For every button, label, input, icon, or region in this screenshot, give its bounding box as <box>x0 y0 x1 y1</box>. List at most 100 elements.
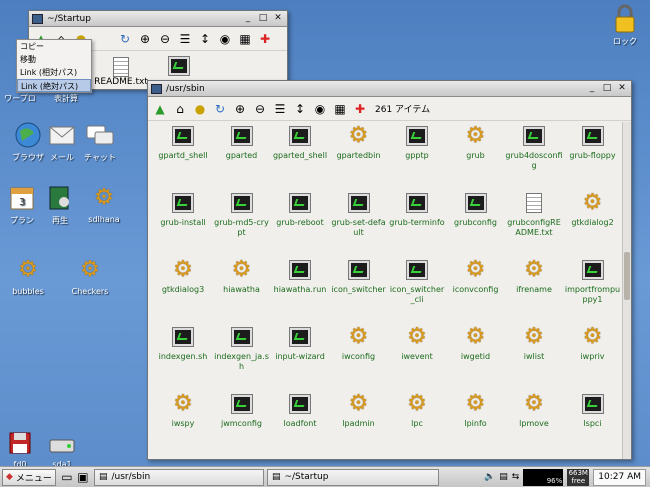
file-item[interactable]: input-wizard <box>271 326 329 362</box>
maximize-button[interactable]: □ <box>601 83 613 94</box>
zoom-in-icon[interactable]: ⊕ <box>137 31 153 47</box>
menu-item-copy[interactable]: コピー <box>17 40 91 53</box>
terminal-icon <box>406 259 428 281</box>
file-item[interactable]: grubconfigREADME.txt <box>505 192 563 238</box>
file-item[interactable]: grub-floppy <box>564 125 622 161</box>
lock-icon <box>609 4 641 34</box>
file-item[interactable]: grub-terminfo <box>388 192 446 228</box>
clock[interactable]: 10:27 AM <box>593 468 646 486</box>
home-icon[interactable]: ⌂ <box>172 101 188 117</box>
file-item[interactable]: importfrompuppy1 <box>564 259 622 305</box>
help-icon[interactable]: ✚ <box>352 101 368 117</box>
desktop-icon-wordpro[interactable]: ワープロ <box>0 93 40 104</box>
minimize-button[interactable]: _ <box>586 83 598 94</box>
file-item[interactable]: ⚙ lpadmin <box>330 393 388 429</box>
network-icon[interactable]: ⇆ <box>512 472 520 482</box>
file-item[interactable]: grub-reboot <box>271 192 329 228</box>
details-icon[interactable]: ▦ <box>332 101 348 117</box>
file-item[interactable]: grubconfig <box>447 192 505 228</box>
file-item[interactable]: icon_switcher_cli <box>388 259 446 305</box>
file-item[interactable]: ⚙ iwlist <box>505 326 563 362</box>
file-item[interactable]: ⚙ ifrename <box>505 259 563 295</box>
file-item[interactable]: grub-install <box>154 192 212 228</box>
screen-icon[interactable]: ▭ <box>59 469 75 485</box>
eye-icon[interactable]: ◉ <box>312 101 328 117</box>
maximize-button[interactable]: □ <box>257 13 269 24</box>
file-item[interactable]: grub-set-default <box>330 192 388 238</box>
sort-icon[interactable]: ↕ <box>292 101 308 117</box>
zoom-out-icon[interactable]: ⊖ <box>157 31 173 47</box>
file-item[interactable]: ⚙ grub <box>447 125 505 161</box>
file-item[interactable]: ⚙ iwpriv <box>564 326 622 362</box>
file-item[interactable]: ⚙ iwgetid <box>447 326 505 362</box>
file-item[interactable]: indexgen_ja.sh <box>213 326 271 372</box>
file-item[interactable]: ⚙ iconvconfig <box>447 259 505 295</box>
list-view-icon[interactable]: ☰ <box>272 101 288 117</box>
task-sbin[interactable]: ▤ /usr/sbin <box>93 468 264 486</box>
file-item[interactable]: README.txt <box>91 57 151 87</box>
file-item[interactable]: ⚙ gtkdialog2 <box>564 192 622 228</box>
menu-item-link-relative[interactable]: Link (相対パス) <box>17 66 91 79</box>
file-item[interactable]: ⚙ lpc <box>388 393 446 429</box>
file-item[interactable]: ⚙ lpmove <box>505 393 563 429</box>
startup-titlebar[interactable]: ~/Startup _ □ ✕ <box>29 11 287 27</box>
file-item[interactable]: icon_switcher <box>330 259 388 295</box>
file-label: grub-terminfo <box>389 218 445 227</box>
file-item[interactable]: ⚙ gpartedbin <box>330 125 388 161</box>
minimize-button[interactable]: _ <box>242 13 254 24</box>
file-label: gparted_shell <box>272 151 328 160</box>
file-item[interactable]: hiawatha.run <box>271 259 329 295</box>
sbin-window[interactable]: /usr/sbin _ □ ✕ ▲ ⌂ ● ↻ ⊕ ⊖ ☰ ↕ ◉ ▦ ✚ 26… <box>147 80 632 460</box>
file-item[interactable]: grub4dosconfig <box>505 125 563 171</box>
gear-icon: ⚙ <box>18 257 38 282</box>
file-item[interactable]: gparted <box>213 125 271 161</box>
refresh-icon[interactable]: ↻ <box>117 31 133 47</box>
desktop-icon-bubbles[interactable]: ⚙ bubbles <box>0 255 56 297</box>
desktop-icon-lock[interactable]: ロック <box>597 4 650 47</box>
file-item[interactable]: ⚙ iwspy <box>154 393 212 429</box>
file-item[interactable]: lspci <box>564 393 622 429</box>
zoom-out-icon[interactable]: ⊖ <box>252 101 268 117</box>
file-item[interactable]: ⚙ gtkdialog3 <box>154 259 212 295</box>
file-item[interactable]: ⚙ hiawatha <box>213 259 271 295</box>
menu-item-move[interactable]: 移動 <box>17 53 91 66</box>
desktop-icon-spreadsheet[interactable]: 表計算 <box>46 93 86 104</box>
list-view-icon[interactable]: ☰ <box>177 31 193 47</box>
file-item[interactable]: loadfont <box>271 393 329 429</box>
task-startup[interactable]: ▤ ~/Startup <box>266 468 439 486</box>
up-arrow-icon[interactable]: ▲ <box>152 101 168 117</box>
file-item[interactable]: gpptp <box>388 125 446 161</box>
cpu-monitor: 96% <box>523 468 564 486</box>
terminal-launch-icon[interactable]: ▣ <box>75 469 91 485</box>
eye-icon[interactable]: ◉ <box>217 31 233 47</box>
scrollbar-thumb[interactable] <box>624 252 630 300</box>
details-icon[interactable]: ▦ <box>237 31 253 47</box>
file-item[interactable]: ⚙ iwconfig <box>330 326 388 362</box>
context-menu: コピー 移動 Link (相対パス) Link (絶対パス) <box>16 39 92 93</box>
file-item[interactable]: jwmconfig <box>213 393 271 429</box>
refresh-icon[interactable]: ↻ <box>212 101 228 117</box>
sort-icon[interactable]: ↕ <box>197 31 213 47</box>
close-button[interactable]: ✕ <box>272 13 284 24</box>
desktop-icon-checkers[interactable]: ⚙ Checkers <box>62 255 118 297</box>
file-item[interactable]: ⚙ iwevent <box>388 326 446 362</box>
file-item[interactable]: grub-md5-crypt <box>213 192 271 238</box>
desktop-icon-sdlhana[interactable]: ⚙ sdlhana <box>76 183 132 225</box>
bookmark-icon[interactable]: ● <box>192 101 208 117</box>
file-item[interactable]: ⚙ lpinfo <box>447 393 505 429</box>
file-item[interactable]: gparted_shell <box>271 125 329 161</box>
volume-icon[interactable]: 🔈 <box>484 472 495 482</box>
desktop-icon-chat[interactable]: チャット <box>72 120 128 163</box>
printer-icon[interactable]: ▤ <box>499 472 508 482</box>
file-item[interactable]: indexgen.sh <box>154 326 212 362</box>
sbin-titlebar[interactable]: /usr/sbin _ □ ✕ <box>148 81 631 97</box>
vertical-scrollbar[interactable] <box>622 122 631 459</box>
close-button[interactable]: ✕ <box>616 83 628 94</box>
file-item[interactable] <box>168 56 190 76</box>
file-item[interactable]: gpartd_shell <box>154 125 212 161</box>
desktop-icon-sda1[interactable]: sda1 <box>34 428 90 469</box>
start-menu-button[interactable]: ◆ メニュー <box>2 468 56 486</box>
zoom-in-icon[interactable]: ⊕ <box>232 101 248 117</box>
menu-item-link-absolute[interactable]: Link (絶対パス) <box>17 79 91 92</box>
help-icon[interactable]: ✚ <box>257 31 273 47</box>
